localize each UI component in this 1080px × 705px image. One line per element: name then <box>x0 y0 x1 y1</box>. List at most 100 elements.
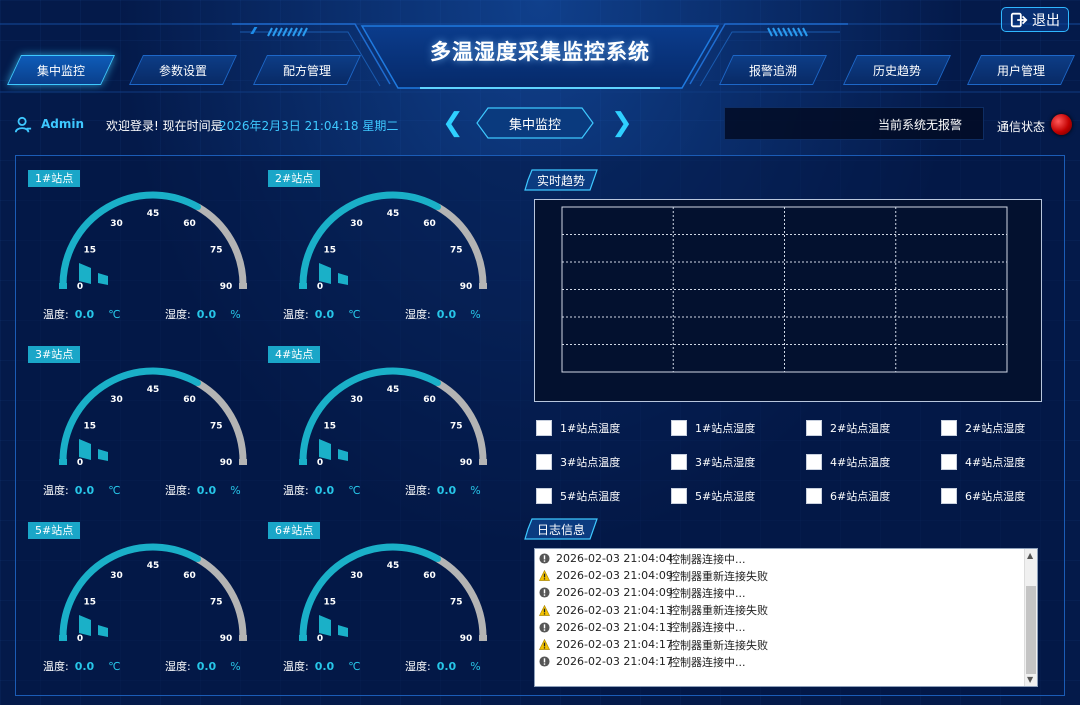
gauge-needle-segment <box>79 615 91 636</box>
gauge-tick <box>345 556 351 563</box>
legend-checkbox[interactable] <box>806 454 822 470</box>
legend-checkbox-item[interactable]: 4#站点湿度 <box>941 453 1025 471</box>
gauge-scale-label: 0 <box>317 634 323 644</box>
gauge-scale-label: 30 <box>110 395 123 405</box>
log-row[interactable]: 2026-02-03 21:04:13 控制器重新连接失败 <box>535 602 1037 619</box>
log-row[interactable]: 2026-02-03 21:04:13 控制器连接中... <box>535 619 1037 636</box>
nav-tab-history-trend[interactable]: 历史趋势 <box>850 55 944 85</box>
log-row[interactable]: 2026-02-03 21:04:09 控制器重新连接失败 <box>535 567 1037 584</box>
legend-checkbox[interactable] <box>941 420 957 436</box>
gauge-tick <box>435 380 441 387</box>
gauge-tick <box>72 589 79 595</box>
gauge-tick <box>390 192 396 198</box>
gauge-tick <box>105 204 111 211</box>
legend-checkbox-item[interactable]: 1#站点湿度 <box>671 419 755 437</box>
log-row[interactable]: 2026-02-03 21:04:09 控制器连接中... <box>535 584 1037 601</box>
legend-label: 5#站点湿度 <box>695 490 756 503</box>
legend-checkbox-item[interactable]: 3#站点湿度 <box>671 453 755 471</box>
header: 多温湿度采集监控系统 退出 集中监控 参数设置 配方管理 报警追溯 历史趋势 用… <box>0 0 1080 100</box>
gauge-tick <box>195 556 201 563</box>
temperature-value: 0.0 <box>74 308 95 321</box>
temperature-reading: 温度: 0.0 ℃ <box>283 484 361 497</box>
humidity-reading: 湿度: 0.0% <box>165 660 241 673</box>
gauge-tick <box>240 634 246 640</box>
legend-checkbox-item[interactable]: 2#站点温度 <box>806 419 890 437</box>
legend-checkbox-item[interactable]: 6#站点温度 <box>806 487 890 505</box>
gauge-scale-label: 45 <box>147 209 160 219</box>
double-chevron-left-icon[interactable]: ❮ <box>442 110 464 136</box>
nav-tab-monitor[interactable]: 集中监控 <box>14 55 108 85</box>
gauge-scale-label: 75 <box>210 422 223 432</box>
welcome-text: 欢迎登录! 现在时间是 <box>106 119 223 133</box>
station-gauge: 0 15 30 45 60 75 90 <box>59 367 247 468</box>
realtime-trend-chart[interactable] <box>534 199 1042 402</box>
info-icon <box>539 587 550 599</box>
legend-checkbox-item[interactable]: 2#站点湿度 <box>941 419 1025 437</box>
legend-checkbox[interactable] <box>671 488 687 504</box>
logout-button[interactable]: 退出 <box>1001 7 1069 32</box>
gauge-scale-label: 0 <box>77 634 83 644</box>
gauge-tick <box>195 380 201 387</box>
gauge-needle-segment <box>319 263 331 284</box>
nav-tab-alarm-trace[interactable]: 报警追溯 <box>726 55 820 85</box>
gauge-tick <box>60 282 66 288</box>
legend-label: 1#站点温度 <box>560 422 621 435</box>
humidity-reading: 湿度: 0.0% <box>405 660 481 673</box>
gauge-tick <box>60 634 66 640</box>
log-message: 控制器连接中... <box>669 621 746 635</box>
warning-icon <box>539 604 550 616</box>
log-message: 控制器连接中... <box>669 586 746 600</box>
legend-checkbox-item[interactable]: 5#站点温度 <box>536 487 620 505</box>
gauge-scale-label: 90 <box>220 458 233 468</box>
legend-checkbox[interactable] <box>671 420 687 436</box>
legend-checkbox[interactable] <box>806 420 822 436</box>
legend-checkbox[interactable] <box>536 420 552 436</box>
log-row[interactable]: 2026-02-03 21:04:17 控制器重新连接失败 <box>535 636 1037 653</box>
gauge-tick <box>390 544 396 550</box>
legend-checkbox-item[interactable]: 3#站点温度 <box>536 453 620 471</box>
legend-checkbox-item[interactable]: 4#站点温度 <box>806 453 890 471</box>
legend-checkbox[interactable] <box>536 488 552 504</box>
legend-checkbox-item[interactable]: 6#站点湿度 <box>941 487 1025 505</box>
log-message: 控制器重新连接失败 <box>669 569 768 583</box>
humidity-value: 0.0 <box>436 308 457 321</box>
log-list[interactable]: 2026-02-03 21:04:04 控制器连接中... 2026-02-03 2… <box>534 548 1038 687</box>
log-scrollbar[interactable]: ▲ ▼ <box>1024 549 1037 686</box>
gauge-tick <box>227 413 234 419</box>
gauge-tick <box>300 458 306 464</box>
gauge-scale-label: 60 <box>423 571 436 581</box>
warning-icon <box>539 570 550 582</box>
log-time: 2026-02-03 21:04:13 <box>556 620 673 634</box>
log-row[interactable]: 2026-02-03 21:04:17 控制器连接中... <box>535 653 1037 670</box>
nav-tab-recipe[interactable]: 配方管理 <box>260 55 354 85</box>
double-chevron-right-icon[interactable]: ❯ <box>611 110 633 136</box>
legend-checkbox[interactable] <box>671 454 687 470</box>
legend-checkbox[interactable] <box>536 454 552 470</box>
gauge-tick <box>227 237 234 243</box>
humidity-reading: 湿度: 0.0% <box>165 308 241 321</box>
nav-tab-user-management[interactable]: 用户管理 <box>974 55 1068 85</box>
gauge-scale-label: 15 <box>84 246 97 256</box>
station-gauge: 0 15 30 45 60 75 90 <box>59 543 247 644</box>
gauge-scale-label: 0 <box>77 282 83 292</box>
legend-checkbox-item[interactable]: 1#站点温度 <box>536 419 620 437</box>
legend-checkbox[interactable] <box>941 454 957 470</box>
gauge-needle-segment <box>319 439 331 460</box>
legend-label: 3#站点温度 <box>560 456 621 469</box>
gauge-tick <box>312 589 319 595</box>
gauge-scale-label: 15 <box>84 598 97 608</box>
log-scrollbar-thumb[interactable] <box>1026 586 1036 674</box>
humidity-reading: 湿度: 0.0% <box>405 484 481 497</box>
legend-checkbox[interactable] <box>941 488 957 504</box>
gauge-needle-segment <box>79 263 91 284</box>
station-card: 1#站点 0 15 30 45 60 75 90 温度: 0.0 ℃ 湿度: 0.0% <box>28 170 278 340</box>
legend-checkbox-item[interactable]: 5#站点湿度 <box>671 487 755 505</box>
temperature-value: 0.0 <box>74 660 95 673</box>
gauge-tick <box>480 634 486 640</box>
gauge-tick <box>480 282 486 288</box>
gauge-needle-segment <box>79 439 91 460</box>
log-row[interactable]: 2026-02-03 21:04:04 控制器连接中... <box>535 550 1037 567</box>
legend-checkbox[interactable] <box>806 488 822 504</box>
nav-tab-parameters[interactable]: 参数设置 <box>136 55 230 85</box>
logout-icon <box>1010 12 1028 27</box>
